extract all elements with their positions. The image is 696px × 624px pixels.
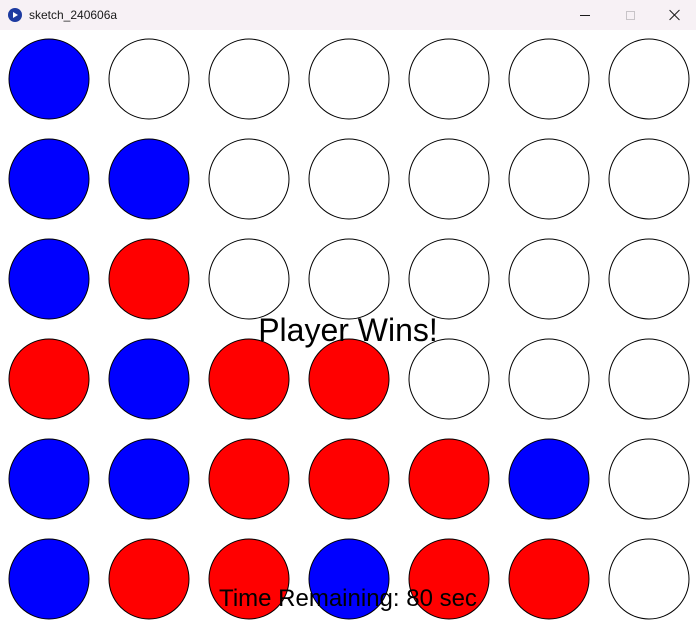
board-cell-empty[interactable] (608, 38, 690, 120)
board-cell-empty[interactable] (508, 338, 590, 420)
timer-text: Time Remaining: 80 sec (219, 585, 477, 612)
board-cell-empty[interactable] (608, 138, 690, 220)
board-cell-blue[interactable] (8, 138, 90, 220)
board-cell-empty[interactable] (408, 238, 490, 320)
board-cell-blue[interactable] (108, 138, 190, 220)
board-cell-blue[interactable] (8, 38, 90, 120)
board-cell-empty[interactable] (208, 38, 290, 120)
board-cell-blue[interactable] (108, 338, 190, 420)
game-canvas[interactable]: Player Wins! Time Remaining: 80 sec (0, 30, 696, 624)
board-cell-empty[interactable] (408, 338, 490, 420)
board-cell-red[interactable] (208, 438, 290, 520)
minimize-button[interactable] (562, 0, 608, 30)
board-cell-blue[interactable] (108, 438, 190, 520)
board-cell-empty[interactable] (608, 338, 690, 420)
board-cell-empty[interactable] (108, 38, 190, 120)
board-cell-empty[interactable] (408, 38, 490, 120)
board-cell-red[interactable] (108, 238, 190, 320)
board-cell-empty[interactable] (508, 38, 590, 120)
board-cell-blue[interactable] (8, 438, 90, 520)
board-cell-blue[interactable] (508, 438, 590, 520)
board-cell-empty[interactable] (308, 138, 390, 220)
board-cell-empty[interactable] (608, 238, 690, 320)
board-cell-red[interactable] (8, 338, 90, 420)
board-cell-empty[interactable] (608, 438, 690, 520)
board-cell-empty[interactable] (308, 38, 390, 120)
close-button[interactable] (652, 0, 696, 30)
window-title: sketch_240606a (29, 8, 118, 22)
board-cell-empty[interactable] (208, 238, 290, 320)
board-cell-red[interactable] (408, 438, 490, 520)
board-cell-empty[interactable] (208, 138, 290, 220)
title-bar[interactable]: sketch_240606a (0, 0, 696, 30)
board-cell-empty[interactable] (508, 138, 590, 220)
close-icon (669, 9, 681, 21)
board-cell-red[interactable] (308, 438, 390, 520)
board-cell-empty[interactable] (308, 238, 390, 320)
board-cell-blue[interactable] (8, 238, 90, 320)
board-cell-red[interactable] (308, 338, 390, 420)
maximize-button[interactable] (607, 0, 653, 30)
status-message: Player Wins! (258, 312, 438, 348)
app-icon (8, 8, 22, 22)
board-cell-red[interactable] (208, 338, 290, 420)
board-cell-empty[interactable] (408, 138, 490, 220)
minimize-icon (580, 14, 590, 16)
maximize-icon (625, 10, 635, 20)
board-cell-empty[interactable] (508, 238, 590, 320)
app-window: sketch_240606a Player Wins! Time Remaini… (0, 0, 696, 624)
